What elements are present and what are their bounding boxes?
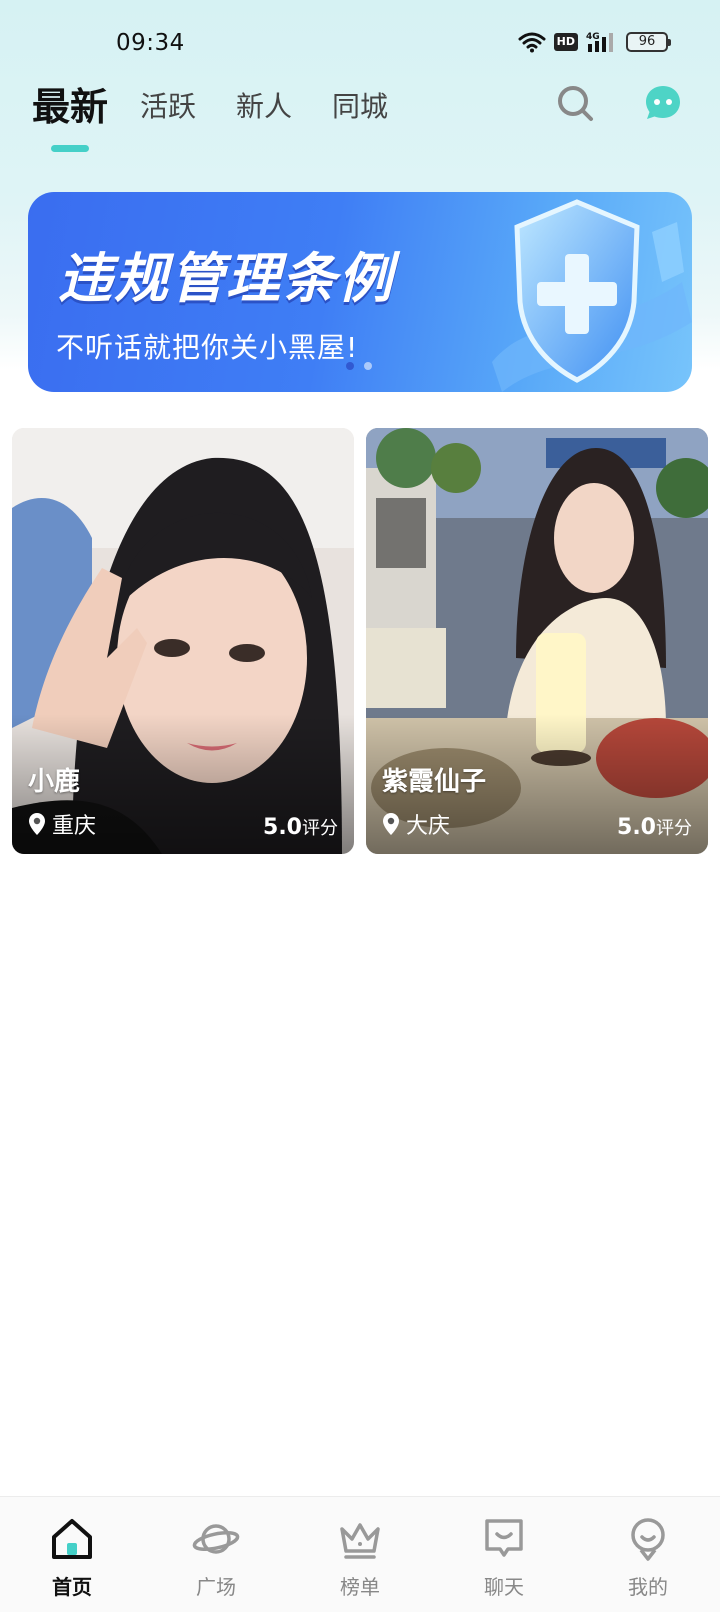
status-icons: HD 4G 96: [518, 30, 671, 54]
message-button[interactable]: [644, 84, 682, 122]
user-rating: 5.0 评分: [617, 814, 692, 840]
location-text: 大庆: [406, 814, 451, 839]
banner-title: 违规管理条例: [58, 247, 394, 310]
user-location: 大庆: [382, 808, 450, 840]
tab-active-users[interactable]: 活跃: [140, 82, 196, 132]
nav-profile[interactable]: 我的: [576, 1497, 720, 1612]
tab-same-city[interactable]: 同城: [332, 82, 388, 132]
nav-label: 我的: [628, 1575, 668, 1599]
battery-indicator: 96: [626, 32, 671, 52]
crown-icon: [340, 1523, 380, 1559]
tab-label: 同城: [332, 90, 389, 123]
bottom-navigation: 首页 广场 榜单 聊天 我的: [0, 1496, 720, 1612]
svg-text:4G: 4G: [586, 32, 600, 42]
tab-active-indicator: [51, 145, 89, 152]
tab-latest[interactable]: 最新: [32, 82, 109, 152]
nav-label: 广场: [196, 1575, 236, 1599]
location-text: 重庆: [52, 814, 97, 839]
rating-unit: 评分: [302, 818, 338, 839]
home-icon: [52, 1519, 92, 1559]
tab-label: 新人: [236, 90, 293, 123]
search-button[interactable]: [556, 84, 596, 124]
planet-icon: [192, 1524, 240, 1554]
signal-icon: 4G: [586, 30, 618, 54]
search-icon: [558, 86, 593, 121]
user-name: 紫霞仙子: [382, 767, 487, 797]
banner-dot: [346, 362, 354, 370]
tab-newcomers[interactable]: 新人: [236, 82, 292, 132]
nav-label: 首页: [52, 1575, 92, 1599]
rating-value: 5.0: [617, 815, 656, 840]
status-time: 09:34: [116, 30, 185, 56]
location-pin-icon: [383, 813, 399, 835]
user-card[interactable]: 小鹿 重庆 5.0 评分: [12, 428, 354, 854]
rating-value: 5.0: [263, 815, 302, 840]
rating-unit: 评分: [656, 818, 692, 839]
user-location: 重庆: [28, 808, 96, 840]
nav-ranking[interactable]: 榜单: [288, 1497, 432, 1612]
chat-bubble-icon: [646, 86, 680, 119]
promo-banner[interactable]: 违规管理条例 不听话就把你关小黑屋!: [28, 192, 692, 392]
chat-icon: [485, 1519, 523, 1557]
shield-icon: [492, 199, 692, 392]
banner-subtitle: 不听话就把你关小黑屋!: [56, 331, 359, 364]
banner-pagination: [346, 362, 372, 370]
nav-label: 聊天: [484, 1575, 524, 1599]
tab-label: 活跃: [140, 90, 197, 123]
nav-label: 榜单: [340, 1575, 380, 1599]
user-name: 小鹿: [28, 767, 81, 797]
feed-tabs: 最新 活跃 新人 同城: [32, 82, 428, 152]
location-pin-icon: [29, 813, 45, 835]
nav-home[interactable]: 首页: [0, 1497, 144, 1612]
nav-plaza[interactable]: 广场: [144, 1497, 288, 1612]
hd-badge: HD: [553, 33, 578, 51]
user-card[interactable]: 紫霞仙子 大庆 5.0 评分: [366, 428, 708, 854]
banner-dot: [364, 362, 372, 370]
wifi-icon: [518, 31, 546, 53]
user-rating: 5.0 评分: [263, 814, 338, 840]
status-bar: 09:34 HD 4G 96: [0, 0, 720, 90]
profile-icon: [631, 1518, 665, 1561]
tab-label: 最新: [32, 85, 109, 129]
nav-chat[interactable]: 聊天: [432, 1497, 576, 1612]
